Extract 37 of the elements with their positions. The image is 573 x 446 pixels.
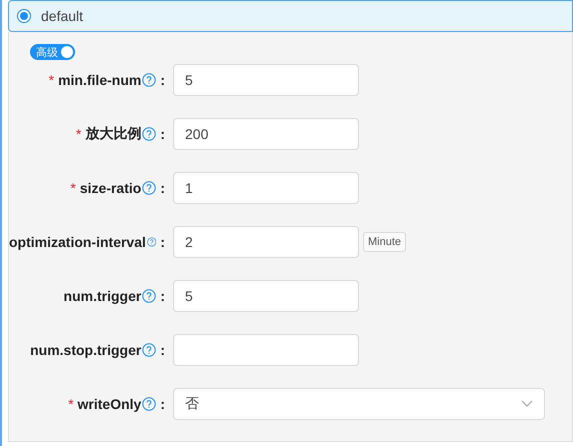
help-icon[interactable] [142, 343, 156, 357]
help-icon[interactable] [142, 73, 156, 87]
help-icon[interactable] [142, 289, 156, 303]
field-label: num.trigger [64, 288, 142, 304]
required-mark: * [48, 72, 54, 88]
input-field[interactable]: 200 [173, 118, 359, 150]
required-mark: * [76, 126, 82, 142]
label-colon: : [160, 72, 165, 88]
select-field[interactable]: 否 [173, 388, 545, 420]
help-icon[interactable] [146, 235, 156, 249]
label-colon: : [160, 180, 165, 196]
input-field[interactable]: 1 [173, 172, 359, 204]
label-colon: : [160, 288, 165, 304]
field-label: 放大比例 [85, 125, 142, 143]
unit-label: Minute [363, 232, 406, 252]
field-label: writeOnly [78, 396, 142, 412]
input-field[interactable]: 5 [173, 64, 359, 96]
input-field[interactable]: 5 [173, 280, 359, 312]
field-label: num.stop.trigger [30, 342, 142, 358]
help-icon[interactable] [142, 181, 156, 195]
field-label: size-ratio [80, 180, 142, 196]
help-icon[interactable] [142, 397, 156, 411]
radio-button[interactable] [17, 9, 31, 23]
label-colon: : [160, 396, 165, 412]
input-field[interactable]: 2 [173, 226, 359, 258]
chevron-down-icon [521, 400, 533, 408]
label-colon: : [160, 126, 165, 142]
help-icon[interactable] [142, 127, 156, 141]
field-label: min.file-num [58, 72, 142, 88]
label-colon: : [160, 234, 165, 250]
option-label: default [41, 8, 84, 24]
label-colon: : [160, 342, 165, 358]
input-field[interactable] [173, 334, 359, 366]
field-label: optimization-interval [9, 234, 146, 250]
required-mark: * [68, 396, 74, 412]
required-mark: * [70, 180, 76, 196]
option-header[interactable]: default [8, 0, 573, 32]
